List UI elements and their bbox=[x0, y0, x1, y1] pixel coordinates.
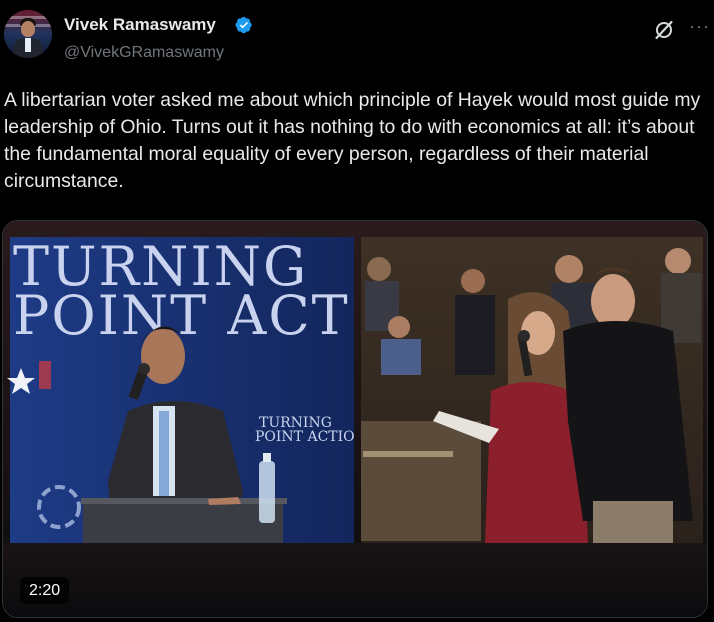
more-options-button[interactable]: ··· bbox=[689, 16, 710, 37]
avatar[interactable] bbox=[4, 10, 52, 58]
tweet-text: A libertarian voter asked me about which… bbox=[4, 89, 701, 192]
verified-badge-icon bbox=[235, 16, 252, 34]
grok-icon[interactable] bbox=[654, 20, 674, 40]
podium-text-line2: POINT ACTIO bbox=[255, 429, 355, 445]
banner-text-line2: POINT ACT bbox=[13, 284, 350, 347]
display-name[interactable]: Vivek Ramaswamy bbox=[64, 15, 216, 35]
video-player[interactable]: TURNING POINT ACT TURNING POINT ACTIO 2:… bbox=[2, 220, 708, 618]
video-duration-badge: 2:20 bbox=[20, 577, 70, 604]
user-handle[interactable]: @VivekGRamaswamy bbox=[64, 44, 224, 62]
video-frame: TURNING POINT ACT TURNING POINT ACTIO bbox=[3, 221, 707, 617]
